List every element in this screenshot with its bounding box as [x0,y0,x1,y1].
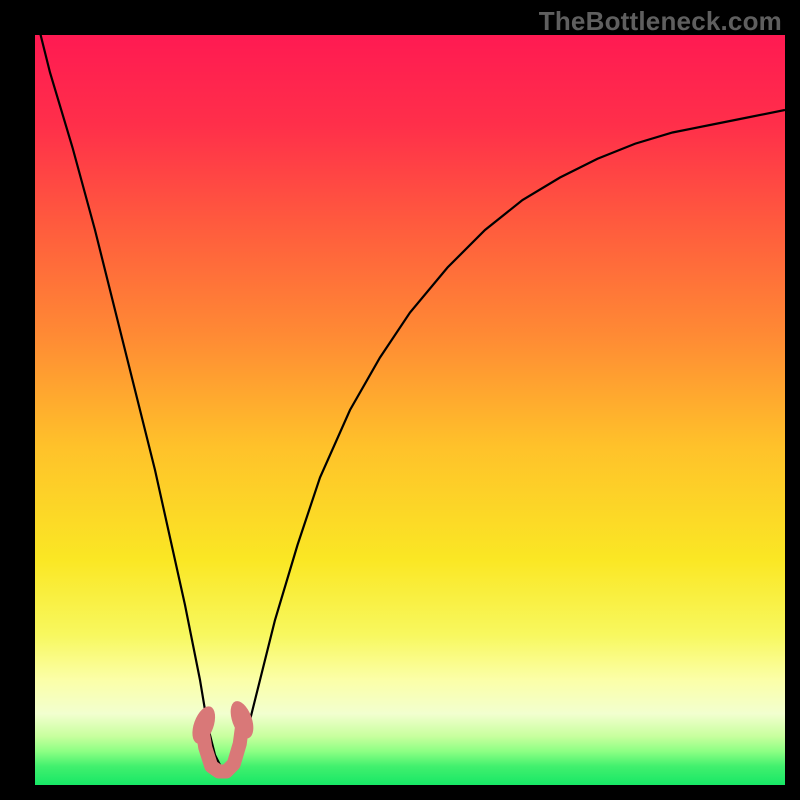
plot-area [35,35,785,785]
watermark-text: TheBottleneck.com [539,6,782,37]
minimum-marker [188,698,258,771]
chart-frame: TheBottleneck.com [0,0,800,800]
bottleneck-curve [35,35,785,785]
